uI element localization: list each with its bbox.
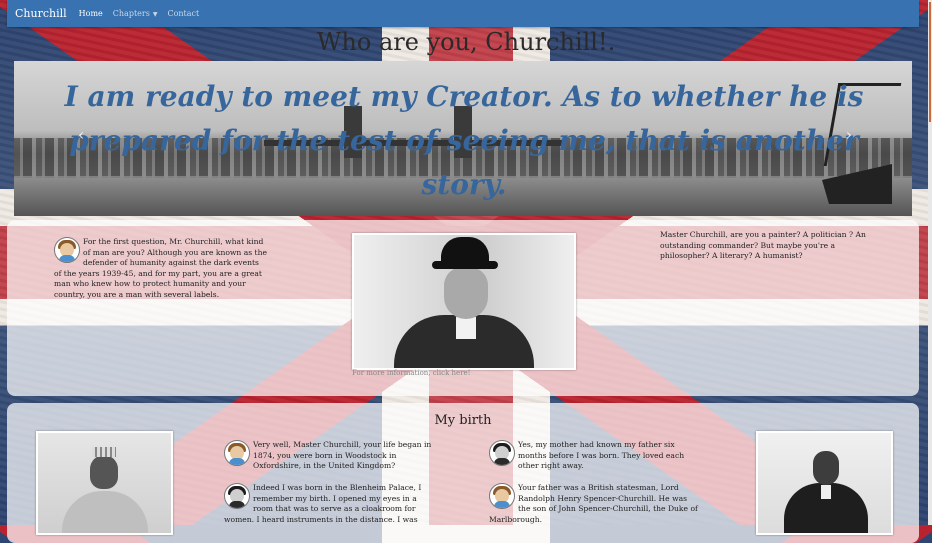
chat-message-text: Yes, my mother had known my father six m… [518,440,685,471]
mother-portrait [36,431,173,535]
intro-left-paragraph: For the first question, Mr. Churchill, w… [54,237,268,301]
top-navbar: Churchill Home Chapters ▼ Contact [7,0,919,27]
nav-chapters-dropdown[interactable]: Chapters ▼ [113,9,158,18]
page-title: Who are you, Churchill!. [316,28,616,56]
chat-message-text: Indeed I was born in the Blenheim Palace… [224,483,422,524]
nav-home-link[interactable]: Home [79,9,103,18]
interviewer-avatar-icon [54,237,80,263]
father-portrait [756,431,893,535]
chat-message-text: Your father was a British statesman, Lor… [489,483,698,524]
chat-message: Yes, my mother had known my father six m… [489,440,699,472]
chat-message: Very well, Master Churchill, your life b… [224,440,438,472]
intro-right-text: Master Churchill, are you a painter? A p… [660,230,866,261]
interviewer-avatar-icon [224,440,250,466]
nav-contact-link[interactable]: Contact [167,9,199,18]
interviewer-avatar-icon [489,483,515,509]
churchill-avatar-icon [224,483,250,509]
nav-chapters-label: Chapters [112,9,150,18]
chevron-right-icon[interactable]: › [846,125,852,144]
caret-down-icon: ▼ [152,11,158,18]
chevron-left-icon[interactable]: ‹ [78,125,84,144]
section-title: My birth [434,413,492,428]
chat-message-text: Very well, Master Churchill, your life b… [253,440,432,471]
scrollbar-thumb[interactable] [929,2,931,122]
scrollbar[interactable] [928,0,932,525]
churchill-avatar-icon [489,440,515,466]
brand-link[interactable]: Churchill [15,7,67,20]
churchill-portrait[interactable] [352,233,576,370]
intro-left-text: For the first question, Mr. Churchill, w… [54,237,267,299]
carousel-quote: I am ready to meet my Creator. As to whe… [64,80,864,201]
chat-message: Indeed I was born in the Blenheim Palace… [224,483,438,525]
chat-message: Your father was a British statesman, Lor… [489,483,699,525]
quote-carousel[interactable]: I am ready to meet my Creator. As to whe… [14,61,912,216]
more-info-link[interactable]: For more information, click here! [352,369,471,377]
